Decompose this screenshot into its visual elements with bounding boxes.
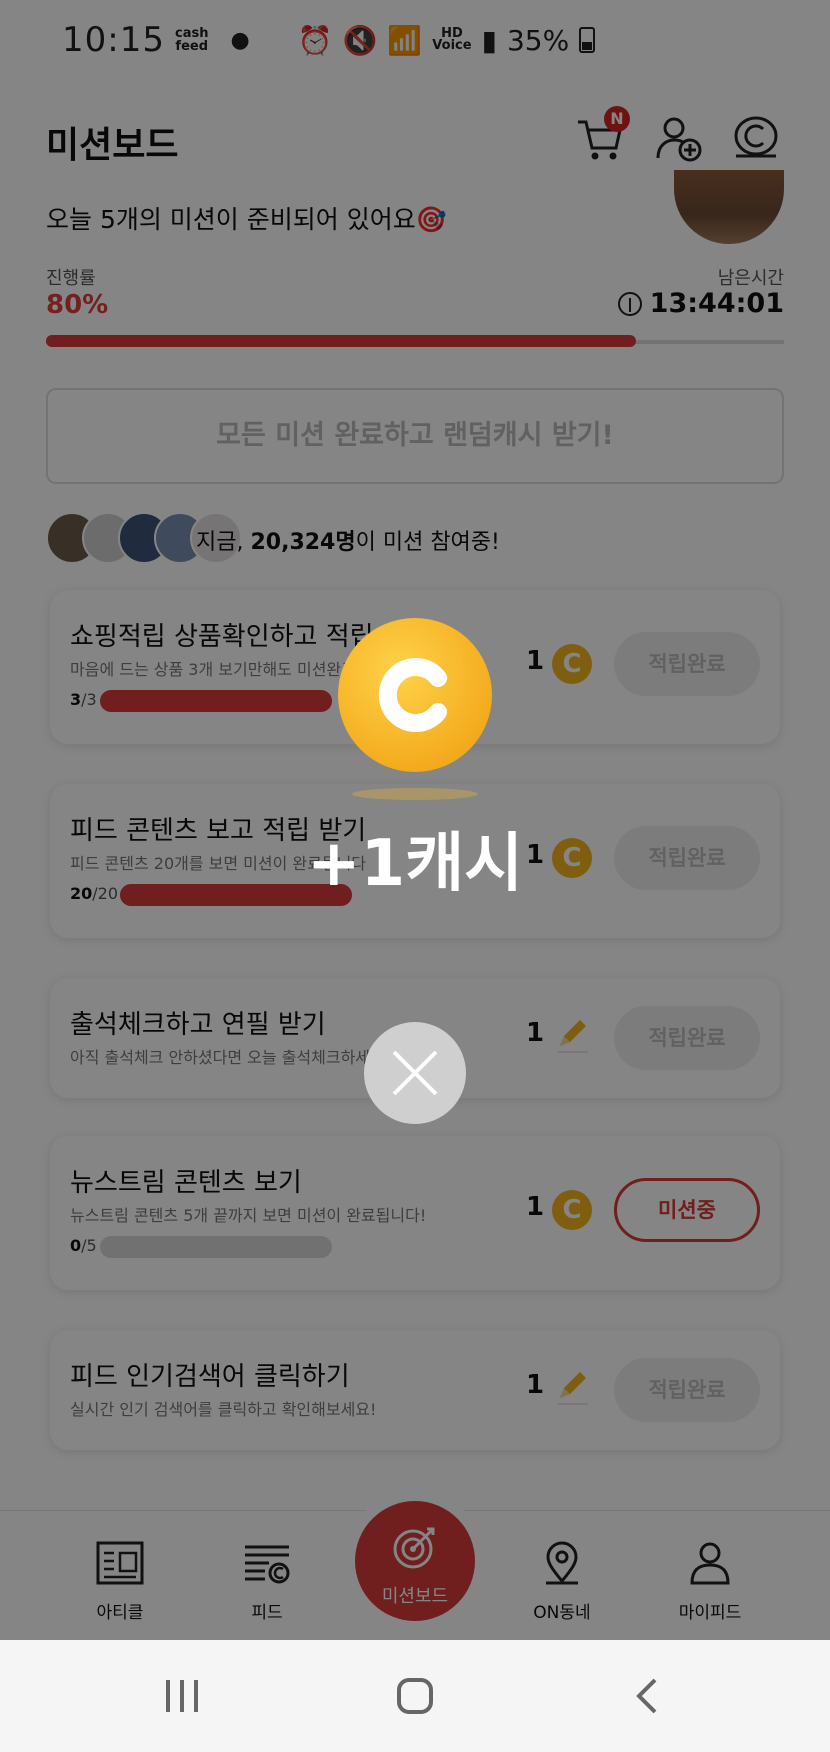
reward-text: +1캐시 <box>307 827 523 901</box>
close-icon <box>392 1050 438 1096</box>
back-icon[interactable] <box>625 1674 669 1718</box>
coin-shadow <box>352 788 478 800</box>
big-coin-icon <box>338 618 492 772</box>
home-icon[interactable] <box>393 1674 437 1718</box>
system-nav-bar <box>0 1640 830 1752</box>
recent-apps-icon[interactable] <box>160 1674 204 1718</box>
cash-c-icon <box>378 658 447 732</box>
close-button[interactable] <box>364 1022 466 1124</box>
